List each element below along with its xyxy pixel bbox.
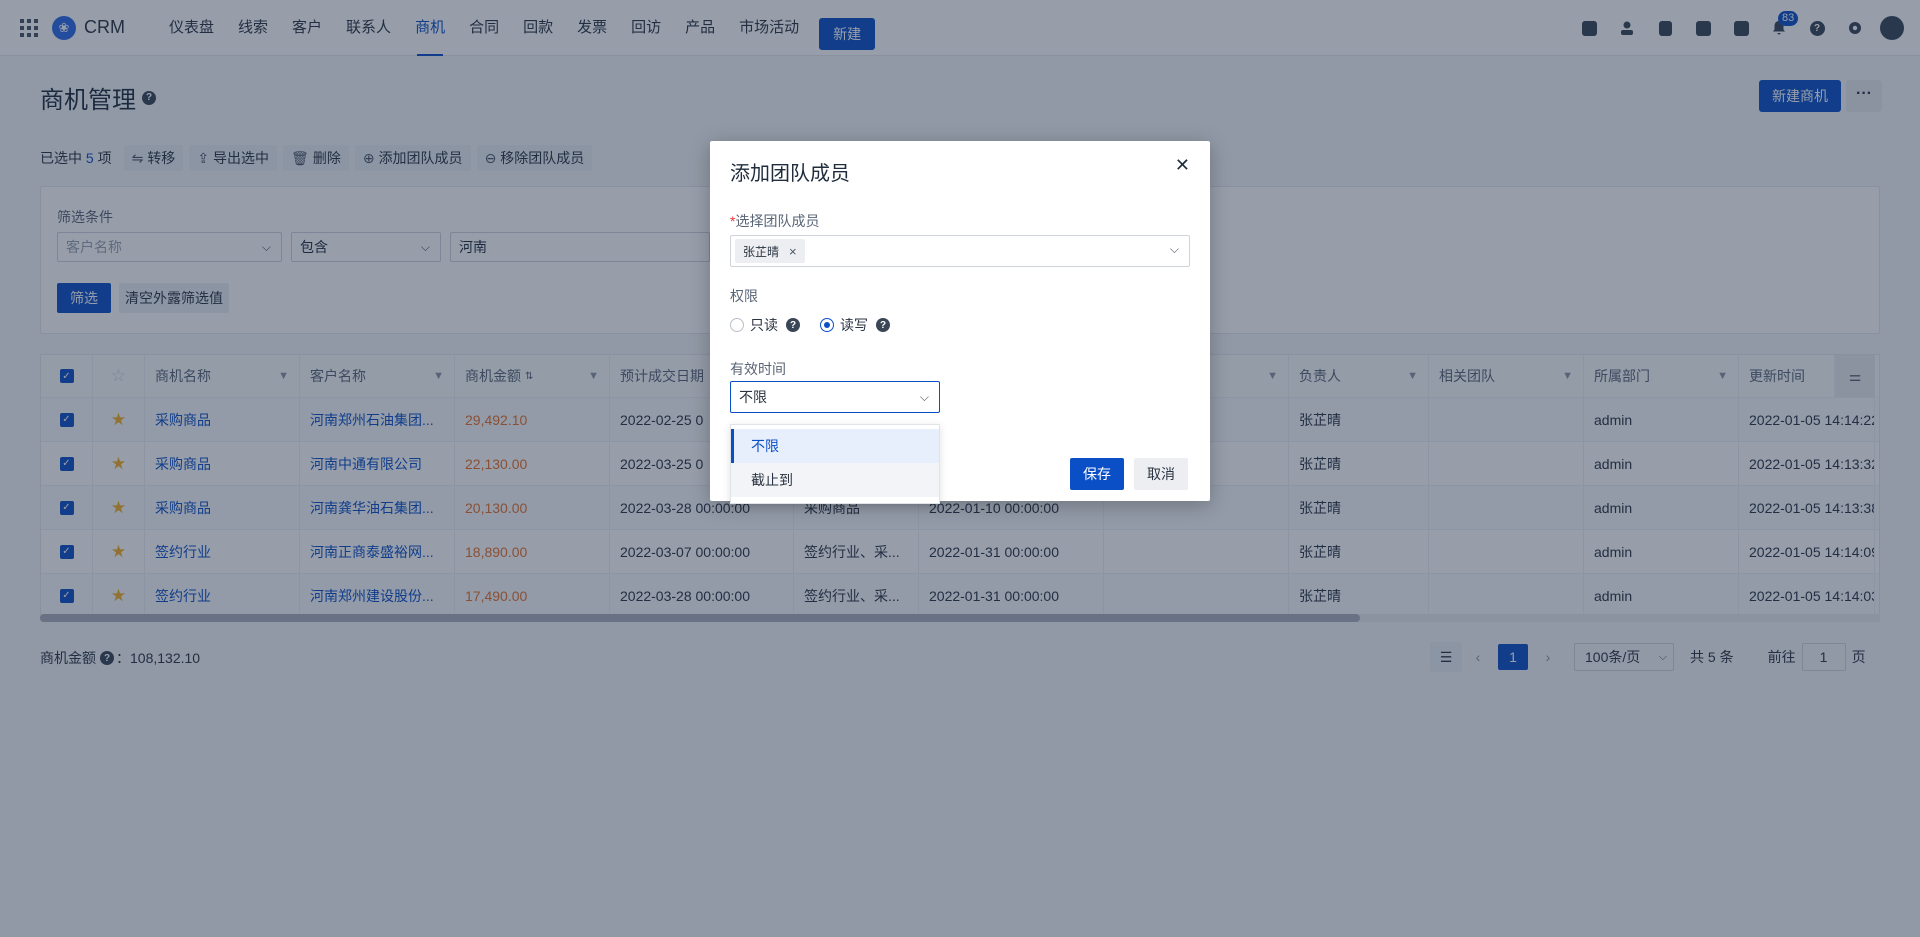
chevron-down-icon: ⌵ [1169,242,1179,256]
dialog-title: 添加团队成员 [730,163,850,185]
member-tag: 张芷晴 × [735,239,805,263]
readwrite-radio[interactable] [820,318,834,332]
option-unlimited[interactable]: 不限 [731,429,939,463]
help-icon[interactable]: ? [876,318,890,332]
member-label: *选择团队成员 [730,213,820,229]
remove-tag-icon[interactable]: × [789,244,797,259]
readonly-radio[interactable] [730,318,744,332]
chevron-down-icon: ⌵ [919,390,929,404]
member-select[interactable]: 张芷晴 × ⌵ [730,235,1190,267]
valid-time-select[interactable]: 不限 ⌵ [730,381,940,413]
save-button[interactable]: 保存 [1070,458,1124,490]
cancel-button[interactable]: 取消 [1134,458,1188,490]
readonly-label[interactable]: 只读 [750,315,778,335]
member-tag-label: 张芷晴 [743,244,780,259]
valid-time-value: 不限 [739,389,767,405]
permission-label: 权限 [730,288,758,304]
valid-time-label: 有效时间 [730,361,786,377]
option-until[interactable]: 截止到 [731,463,939,497]
add-team-member-dialog: 添加团队成员 ✕ *选择团队成员 张芷晴 × ⌵ 权限 只读 ? 读写 ? 有效时… [710,141,1210,504]
readwrite-label[interactable]: 读写 [840,315,868,335]
permission-radio-group: 只读 ? 读写 ? [730,315,910,335]
help-icon[interactable]: ? [786,318,800,332]
valid-time-dropdown: 不限 截止到 [730,424,940,504]
close-icon[interactable]: ✕ [1175,155,1190,176]
